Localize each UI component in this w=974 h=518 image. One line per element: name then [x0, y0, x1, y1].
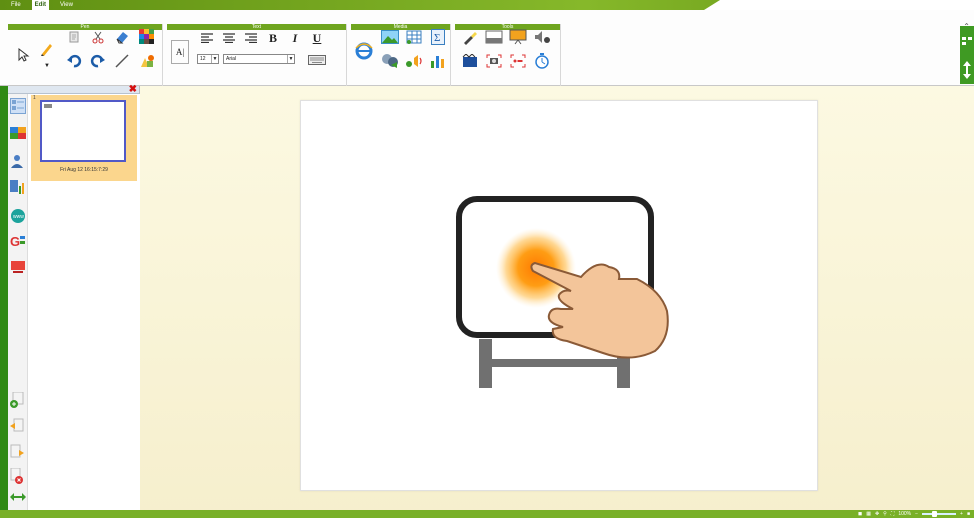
- add-page-icon[interactable]: [10, 391, 26, 408]
- menu-file[interactable]: File: [8, 0, 24, 10]
- panel-tool-column: www G: [8, 94, 28, 510]
- line-icon[interactable]: [112, 52, 132, 70]
- whiteboard-page[interactable]: [300, 100, 818, 491]
- page-number: 1: [33, 95, 36, 101]
- board-stand-crossbar: [479, 359, 629, 367]
- move-vertical-icon[interactable]: [960, 55, 974, 84]
- browser-icon[interactable]: [353, 38, 375, 64]
- title-bar-wedge: [704, 0, 974, 10]
- image-icon[interactable]: [379, 28, 401, 46]
- zoom-tool-icon[interactable]: ⚲: [883, 511, 887, 517]
- ribbon: ⌃ Pen ▼: [0, 10, 974, 86]
- pen-dropdown-icon[interactable]: ▼: [42, 62, 52, 70]
- screen-record-icon[interactable]: [507, 52, 529, 70]
- zoom-slider-thumb[interactable]: [932, 511, 938, 517]
- screen-shade-icon[interactable]: [483, 28, 505, 46]
- shapes-3d-icon[interactable]: [136, 52, 158, 70]
- speaker-icon[interactable]: [531, 28, 553, 46]
- status-controls: ◼ ▦ ✥ ⚲ ⛶ 100% − + ■: [858, 510, 970, 518]
- svg-text:www: www: [13, 214, 24, 220]
- font-name-select[interactable]: Arial ▼: [223, 54, 295, 64]
- page-panel-header: ✖: [8, 84, 139, 95]
- svg-text:Σ: Σ: [434, 32, 440, 44]
- page-panel: ✖ www G 1 Fri Aug 12 16:15:7:29: [8, 84, 140, 510]
- italic-label: I: [292, 30, 298, 45]
- insert-page-after-icon[interactable]: [10, 444, 26, 460]
- select-arrow-icon[interactable]: [12, 44, 34, 66]
- clear-page-icon[interactable]: [64, 28, 84, 46]
- undo-icon[interactable]: [64, 52, 84, 70]
- menu-bar: File Edit View: [8, 0, 76, 14]
- eraser-icon[interactable]: [112, 28, 132, 46]
- recorder-icon[interactable]: [459, 52, 481, 70]
- menu-edit[interactable]: Edit: [31, 0, 50, 14]
- right-tool-strip: [960, 26, 974, 84]
- svg-text:G: G: [10, 234, 20, 248]
- zoom-value: 100%: [898, 511, 912, 517]
- ribbon-group-text: Text A| B I U 12 ▼ Arial ▼: [167, 24, 347, 86]
- align-center-icon[interactable]: [221, 30, 237, 46]
- align-right-icon[interactable]: [243, 30, 259, 46]
- float-toolbar-icon[interactable]: [960, 26, 974, 55]
- user-icon[interactable]: [10, 154, 26, 170]
- google-search-icon[interactable]: G: [10, 234, 26, 250]
- touch-board-illustration: [456, 196, 669, 388]
- page-thumbnail-list: 1 Fri Aug 12 16:15:7:29: [28, 94, 140, 510]
- screenshot-icon[interactable]: [483, 52, 505, 70]
- underline-button[interactable]: U: [309, 30, 325, 46]
- formula-icon[interactable]: Σ: [427, 28, 449, 46]
- menu-view[interactable]: View: [57, 0, 76, 10]
- pan-icon[interactable]: ✥: [875, 511, 879, 517]
- title-bar: File Edit View: [0, 0, 974, 14]
- video-icon[interactable]: [379, 52, 401, 70]
- statistics-icon[interactable]: [10, 180, 26, 196]
- zoom-in-icon[interactable]: +: [960, 511, 963, 517]
- spotlight-icon[interactable]: [459, 28, 481, 46]
- fit-window-icon[interactable]: ■: [967, 511, 970, 517]
- page-thumbnail-selected[interactable]: 1 Fri Aug 12 16:15:7:29: [31, 95, 137, 181]
- fullscreen-icon[interactable]: ⛶: [891, 511, 895, 517]
- status-bar: ◼ ▦ ✥ ⚲ ⛶ 100% − + ■: [0, 510, 974, 518]
- audio-icon[interactable]: [403, 52, 425, 70]
- bold-button[interactable]: B: [265, 30, 281, 46]
- page-view-icon[interactable]: ▦: [866, 511, 871, 517]
- page-sorter-icon[interactable]: [10, 98, 26, 114]
- ribbon-group-media: Media Σ: [351, 24, 451, 86]
- italic-button[interactable]: I: [287, 30, 303, 46]
- table-icon[interactable]: [403, 28, 425, 46]
- screen-capture-icon[interactable]: [10, 260, 26, 276]
- zoom-slider[interactable]: [922, 511, 957, 517]
- zoom-out-icon[interactable]: −: [915, 511, 918, 517]
- align-left-icon[interactable]: [199, 30, 215, 46]
- bold-label: B: [268, 30, 277, 45]
- text-box-label: A|: [175, 47, 185, 57]
- chevron-down-icon: ▼: [211, 55, 218, 63]
- gallery-icon[interactable]: [10, 126, 26, 142]
- text-box-button[interactable]: A|: [171, 40, 189, 64]
- font-size-select[interactable]: 12 ▼: [197, 54, 219, 64]
- timer-icon[interactable]: [531, 52, 553, 70]
- left-edge-bar: [0, 86, 8, 510]
- font-name-value: Arial: [226, 56, 237, 62]
- pen-icon[interactable]: [36, 38, 58, 60]
- expand-panel-icon[interactable]: [10, 492, 26, 508]
- chevron-down-icon: ▼: [287, 55, 294, 63]
- presentation-icon[interactable]: [507, 28, 529, 46]
- delete-page-icon[interactable]: [10, 467, 26, 484]
- ribbon-group-tools: Tools: [455, 24, 561, 86]
- redo-icon[interactable]: [88, 52, 108, 70]
- color-palette-icon[interactable]: [136, 28, 158, 46]
- insert-page-before-icon[interactable]: [10, 418, 26, 434]
- ribbon-group-pen: Pen ▼: [8, 24, 163, 86]
- underline-label: U: [312, 30, 322, 45]
- web-resources-icon[interactable]: www: [10, 208, 26, 224]
- cut-icon[interactable]: [88, 28, 108, 46]
- keyboard-icon[interactable]: [307, 54, 327, 66]
- page-thumbnail[interactable]: [40, 100, 126, 162]
- chart-icon[interactable]: [427, 52, 449, 70]
- page-timestamp: Fri Aug 12 16:15:7:29: [60, 167, 108, 173]
- fit-page-icon[interactable]: ◼: [858, 511, 862, 517]
- font-size-value: 12: [200, 56, 206, 62]
